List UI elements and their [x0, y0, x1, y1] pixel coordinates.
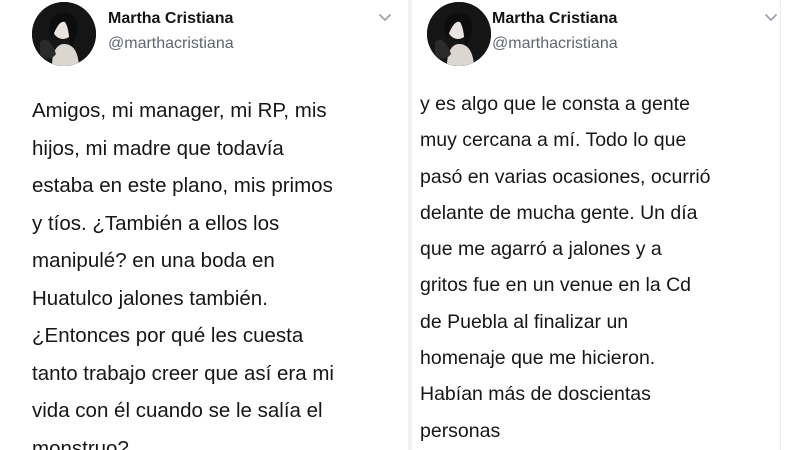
avatar[interactable] — [427, 2, 491, 66]
screen-edge — [780, 0, 800, 450]
tweet-text-line: gritos fue en un venue en la Cd — [420, 274, 692, 297]
tweet-text-line: ¿Entonces por qué les cuesta — [32, 324, 304, 347]
chevron-down-icon[interactable] — [378, 13, 392, 23]
tweet-text-line: Huatulco jalones también. — [32, 286, 268, 310]
avatar[interactable] — [32, 2, 96, 66]
screenshot-stage: Martha Cristiana @marthacristiana Amigos… — [0, 0, 800, 450]
tweet-card-2[interactable]: Martha Cristiana @marthacristiana y es a… — [412, 0, 780, 450]
avatar-photo — [32, 2, 96, 66]
author-handle[interactable]: @marthacristiana — [108, 35, 234, 53]
avatar-photo — [427, 2, 491, 66]
tweet-text-line: monstruo? — [32, 436, 129, 450]
tweet-text-line: vida con él cuando se le salía el — [32, 399, 323, 422]
tweet-text: Amigos, mi manager, mi RP, mis hijos, mi… — [32, 92, 402, 450]
tweet-text-line: Amigos, mi manager, mi RP, mis — [32, 99, 327, 122]
tweet-text-line: tanto trabajo creer que así era mi — [32, 361, 334, 385]
tweet-text-line: manipulé? en una boda en — [32, 249, 275, 272]
chevron-down-icon[interactable] — [764, 13, 778, 23]
tweet-header: Martha Cristiana @marthacristiana — [0, 0, 408, 70]
tweet-text: y es algo que le consta a gente muy cerc… — [420, 86, 778, 449]
tweet-text-line: y es algo que le consta a gente — [420, 93, 690, 115]
author-handle[interactable]: @marthacristiana — [492, 35, 618, 53]
tweet-card-1[interactable]: Martha Cristiana @marthacristiana Amigos… — [0, 0, 408, 450]
tweet-text-line: Habían más de doscientas — [420, 383, 651, 406]
tweet-text-line: de Puebla al finalizar un — [420, 310, 629, 333]
tweet-text-line: pasó en varias ocasiones, ocurrió — [420, 165, 711, 188]
tweet-text-line: hijos, mi madre que todavía — [32, 136, 284, 160]
tweet-text-line: y tíos. ¿También a ellos los — [32, 211, 280, 235]
tweet-text-line: delante de mucha gente. Un día — [420, 201, 698, 224]
author-name[interactable]: Martha Cristiana — [492, 10, 617, 28]
tweet-header: Martha Cristiana @marthacristiana — [412, 0, 780, 70]
tweet-text-line: personas — [420, 419, 501, 442]
tweet-text-line: que me agarró a jalones y a — [420, 238, 662, 261]
tweet-text-line: estaba en este plano, mis primos — [32, 174, 333, 197]
author-name[interactable]: Martha Cristiana — [108, 10, 233, 28]
tweet-text-line: homenaje que me hicieron. — [420, 347, 656, 370]
tweet-text-line: muy cercana a mí. Todo lo que — [420, 129, 687, 152]
